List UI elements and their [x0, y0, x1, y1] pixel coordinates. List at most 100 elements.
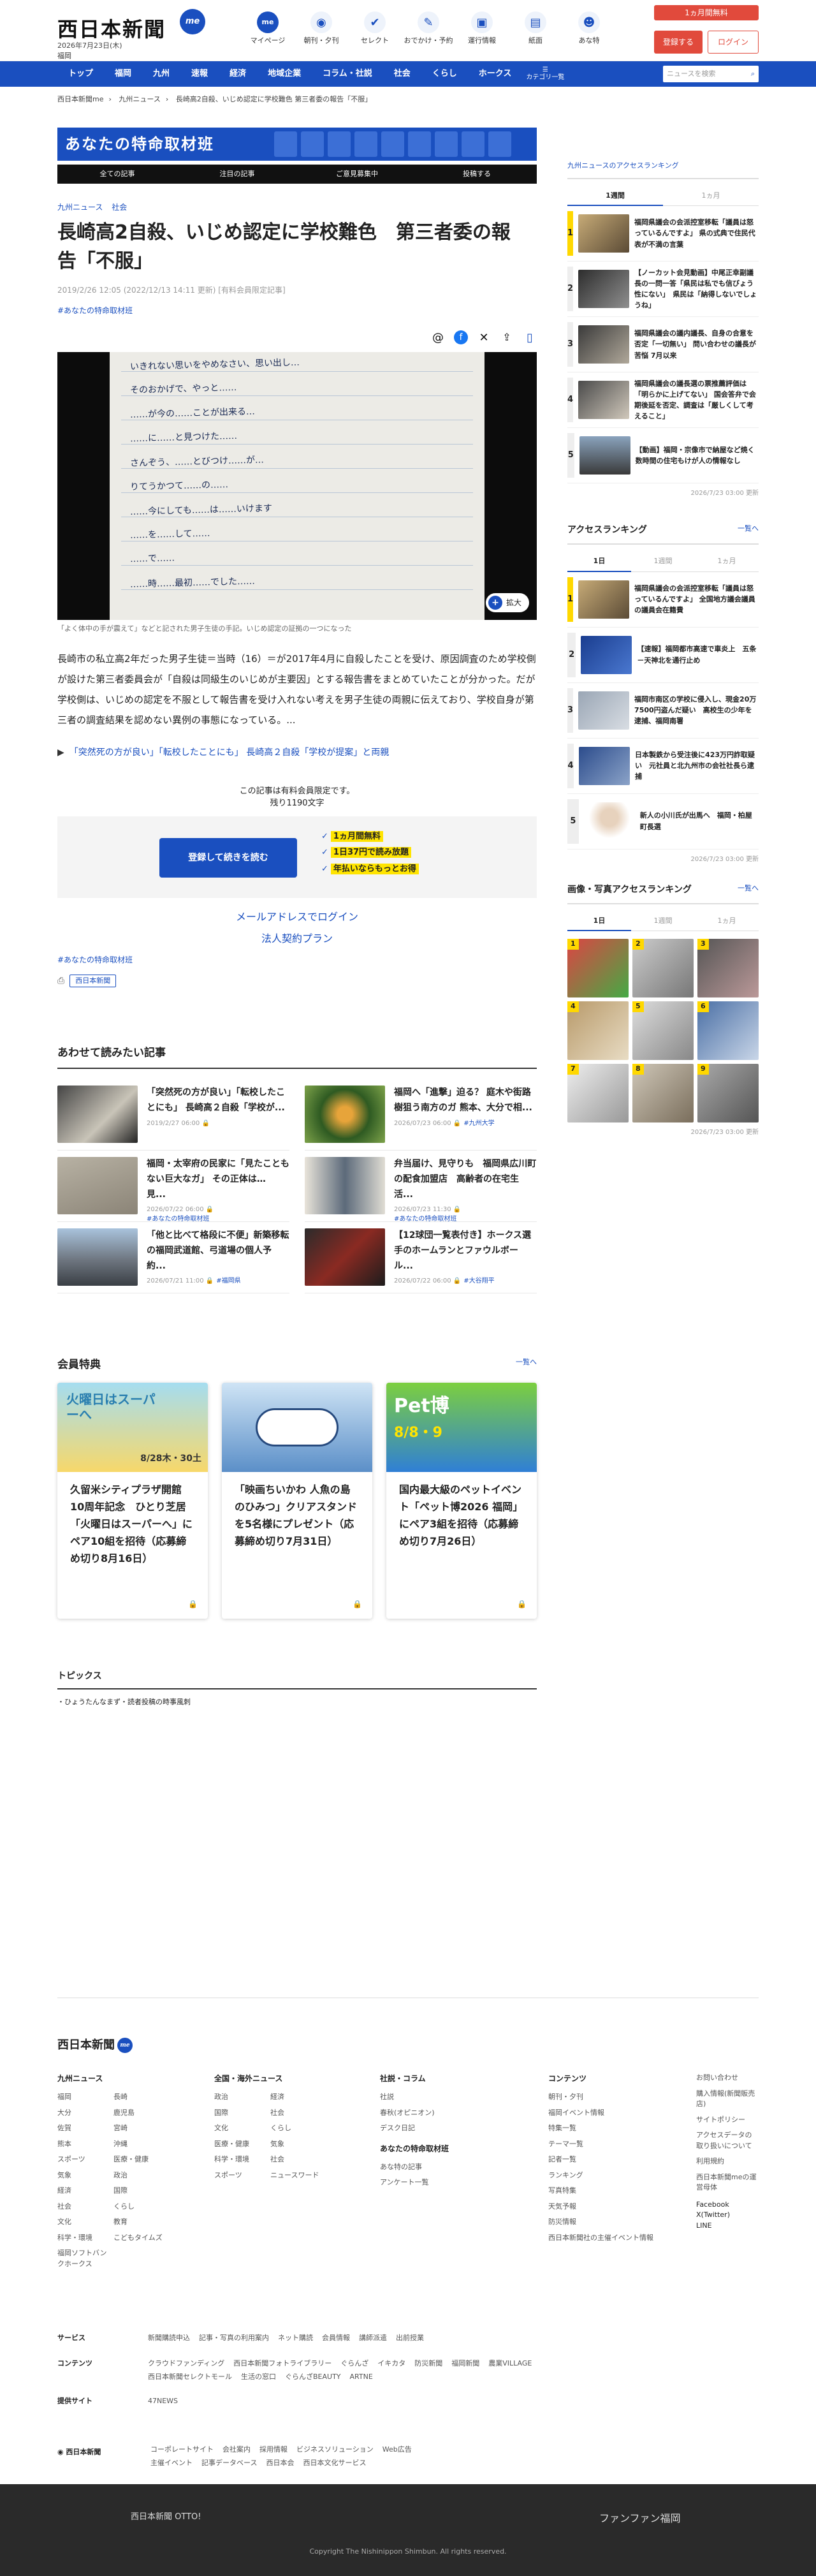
nav-anatoku[interactable]: ☻ あな特: [562, 11, 616, 47]
print-icon[interactable]: ⎙: [57, 975, 64, 988]
footer-link[interactable]: 社会: [270, 2154, 326, 2165]
footer-link[interactable]: イキカタ: [377, 2359, 405, 2369]
footer-link[interactable]: 気象: [57, 2170, 113, 2181]
footer-link[interactable]: 長崎: [113, 2092, 170, 2103]
footer-link[interactable]: 記事データベース: [201, 2458, 257, 2469]
also-read-card[interactable]: 【12球団一覧表付き】ホークス選手のホームランとファウルボール... 2026/0…: [305, 1222, 537, 1293]
category-society[interactable]: 社会: [112, 203, 127, 212]
footer-link[interactable]: 西日本新聞社の主催イベント情報: [548, 2233, 653, 2244]
gnav-kyushu[interactable]: 九州: [142, 68, 180, 80]
nav-outing[interactable]: ✎ おでかけ・予約: [402, 11, 455, 47]
article-photo[interactable]: いきれない思いをやめなさい、思い出し… そのおかげで、やっと…… ……が今の………: [57, 352, 537, 620]
footer-link[interactable]: ぐらんざ: [340, 2359, 368, 2369]
also-read-card[interactable]: 「他と比べて格段に不便」新築移転の福岡武道館、弓道場の個人予約... 2026/0…: [57, 1222, 289, 1293]
nav-newspaper[interactable]: ◉ 朝刊・夕刊: [295, 11, 348, 47]
footer-link[interactable]: スポーツ: [214, 2170, 270, 2181]
footer-link[interactable]: 記事・写真の利用案内: [199, 2333, 269, 2344]
footer-link[interactable]: 出前授業: [396, 2333, 424, 2344]
footer-link[interactable]: 気象: [270, 2139, 326, 2150]
footer-link[interactable]: 沖縄: [113, 2139, 170, 2150]
footer-link[interactable]: 鹿児島: [113, 2108, 170, 2119]
footer-link[interactable]: 西日本会: [266, 2458, 294, 2469]
gnav-hawks[interactable]: ホークス: [468, 68, 523, 80]
anatoku-opinion[interactable]: ご意見募集中: [297, 165, 417, 184]
photo-rank-item[interactable]: 1: [567, 939, 629, 997]
photo-rank-item[interactable]: 4: [567, 1001, 629, 1060]
footer-link[interactable]: ネット購読: [278, 2333, 313, 2344]
photo-ranking-more[interactable]: 一覧へ: [738, 883, 759, 897]
search-input[interactable]: ニュースを検索 ⌕: [663, 66, 759, 82]
gnav-economy[interactable]: 経済: [219, 68, 257, 80]
photo-rank-item[interactable]: 7: [567, 1064, 629, 1122]
email-login-link[interactable]: メールアドレスでログイン: [57, 909, 537, 925]
footer-link[interactable]: アンケート一覧: [380, 2177, 449, 2188]
footer-link[interactable]: アクセスデータの取り扱いについて: [696, 2130, 759, 2151]
ranking-item[interactable]: 3 福岡市南区の学校に侵入し、現金20万7500円盗んだ疑い 高校生の少年を逮捕、…: [567, 683, 759, 739]
footer-link[interactable]: 主催イベント: [150, 2458, 193, 2469]
also-read-card[interactable]: 弁当届け、見守りも 福岡県広川町の配食加盟店 高齢者の在宅生活... 2026/0…: [305, 1151, 537, 1223]
threads-icon[interactable]: @: [431, 330, 445, 344]
tab-1week[interactable]: 1週間: [631, 912, 695, 931]
footer-link[interactable]: あな特の記事: [380, 2162, 449, 2173]
ranking-item[interactable]: 5 新人の小川氏が出馬へ 福岡・柏屋町長選: [567, 794, 759, 850]
footer-link[interactable]: くらし: [113, 2202, 170, 2212]
nav-paper[interactable]: ▤ 紙面: [509, 11, 562, 47]
footer-link[interactable]: 記者一覧: [548, 2154, 653, 2165]
ranking-item[interactable]: 3 福岡県議会の議内議長、自身の合意を否定「一切無い」 問い合わせの議長が苦悩 7…: [567, 317, 759, 372]
footer-link[interactable]: 政治: [113, 2170, 170, 2181]
footer-link[interactable]: デスク日記: [380, 2123, 449, 2134]
photo-rank-item[interactable]: 6: [697, 1001, 759, 1060]
free-trial-banner[interactable]: 1ヵ月間無料: [654, 5, 759, 20]
photo-rank-item[interactable]: 3: [697, 939, 759, 997]
footer-link[interactable]: 採用情報: [259, 2445, 288, 2455]
login-button[interactable]: ログイン: [708, 31, 759, 54]
photo-rank-item[interactable]: 9: [697, 1064, 759, 1122]
gnav-breaking[interactable]: 速報: [180, 68, 219, 80]
ranking-item[interactable]: 2 【速報】福岡都市高速で車炎上 五条－天神北を通行止め: [567, 628, 759, 683]
category-kyushu[interactable]: 九州ニュース: [57, 203, 103, 212]
footer-link[interactable]: 講師派遣: [359, 2333, 387, 2344]
anatoku-banner[interactable]: あなたの特命取材班: [57, 128, 537, 161]
related-link[interactable]: ▶ 「突然死の方が良い」「転校したことにも」 長崎高２自殺「学校が提案」と両親: [57, 746, 537, 760]
footer-sns-link[interactable]: LINE: [696, 2221, 759, 2232]
benefit-card[interactable]: 火曜日はスーパーへ 8/28木・30土 久留米シティプラザ開館10周年記念 ひと…: [57, 1382, 208, 1619]
footer-link[interactable]: 国際: [113, 2186, 170, 2197]
benefit-card[interactable]: 「映画ちいかわ 人魚の島のひみつ」クリアスタンドを5名様にプレゼント（応募締め切…: [222, 1382, 372, 1619]
ranking-item[interactable]: 4 福岡県議会の議長選の票推薦評価は 「明らかに上げてない」 国会答弁で会期後延を…: [567, 372, 759, 428]
footer-link[interactable]: お問い合わせ: [696, 2073, 759, 2084]
tab-1day[interactable]: 1日: [567, 912, 631, 931]
footer-link[interactable]: ニュースワード: [270, 2170, 326, 2181]
ranking-item[interactable]: 1 福岡県議会の会派控室移転「議員は怒っているんですよ」 県の式典で住民代表が不満…: [567, 206, 759, 261]
tab-1month[interactable]: 1ヵ月: [663, 187, 759, 206]
breadcrumb-kyushu[interactable]: 九州ニュース: [119, 95, 160, 103]
anatoku-post[interactable]: 投稿する: [417, 165, 537, 184]
footer-link[interactable]: 経済: [57, 2186, 113, 2197]
photo-rank-item[interactable]: 2: [632, 939, 694, 997]
x-icon[interactable]: ✕: [477, 330, 491, 344]
footer-link[interactable]: 大分: [57, 2108, 113, 2119]
footer-link[interactable]: 西日本文化サービス: [303, 2458, 366, 2469]
gnav-society[interactable]: 社会: [383, 68, 421, 80]
footer-link[interactable]: 宮崎: [113, 2123, 170, 2134]
article-tag-bottom[interactable]: #あなたの特命取材班: [57, 954, 537, 966]
footer-link[interactable]: 47NEWS: [148, 2396, 178, 2407]
footer-link[interactable]: 国際: [214, 2108, 270, 2119]
footer-link[interactable]: 経済: [270, 2092, 326, 2103]
footer-link[interactable]: 新聞購読申込: [148, 2333, 190, 2344]
footer-link[interactable]: サイトポリシー: [696, 2115, 759, 2126]
footer-link[interactable]: 医療・健康: [214, 2139, 270, 2150]
facebook-icon[interactable]: f: [454, 330, 468, 344]
footer-link[interactable]: 春秋(オピニオン): [380, 2108, 449, 2119]
footer-link[interactable]: Web広告: [382, 2445, 412, 2455]
site-logo[interactable]: 西日本新聞: [57, 14, 166, 45]
region-label[interactable]: 福岡: [57, 51, 71, 62]
topic-item[interactable]: ・ひょうたんなまず・読者投稿の時事風刺: [57, 1697, 537, 1708]
footer-link[interactable]: 西日本新聞フォトライブラリー: [233, 2359, 332, 2369]
footer-link[interactable]: ランキング: [548, 2170, 653, 2181]
tab-1week[interactable]: 1週間: [567, 187, 663, 206]
subscribe-button[interactable]: 登録して続きを読む: [159, 837, 297, 878]
photo-rank-item[interactable]: 5: [632, 1001, 694, 1060]
footer-link[interactable]: 文化: [57, 2217, 113, 2228]
footer-link[interactable]: 医療・健康: [113, 2154, 170, 2165]
zoom-button[interactable]: + 拡大: [485, 593, 529, 612]
